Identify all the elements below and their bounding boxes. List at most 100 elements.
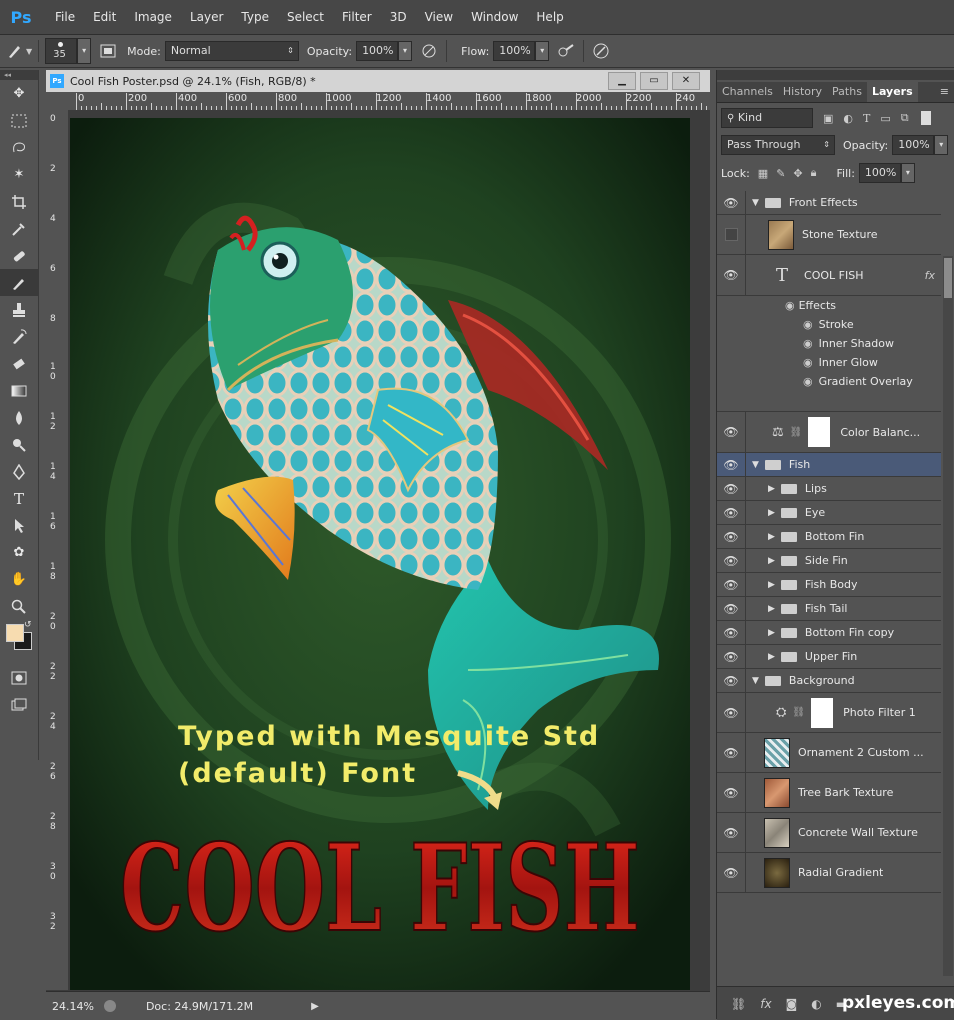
status-info-icon[interactable] [103,1000,116,1012]
ruler-origin[interactable] [46,92,68,110]
layer-cool-fish-text[interactable]: 👁︎ T COOL FISH fx [717,255,941,296]
menu-help[interactable]: Help [527,10,572,24]
pressure-opacity-icon[interactable] [418,40,440,62]
marquee-tool-icon[interactable] [0,107,38,134]
lock-position-icon[interactable]: ✥ [793,167,802,180]
eye-icon[interactable]: 👁︎ [717,191,746,214]
blur-tool-icon[interactable] [0,404,38,431]
foreground-color-swatch[interactable] [6,624,24,642]
magic-wand-tool-icon[interactable]: ✶ [0,161,38,188]
eye-icon[interactable]: 👁︎ [717,621,746,644]
move-tool-icon[interactable]: ✥ [0,80,38,107]
lock-pixels-icon[interactable]: ✎ [776,167,785,180]
eye-icon[interactable]: 👁︎ [717,597,746,620]
pressure-size-icon[interactable] [590,40,612,62]
eye-icon[interactable]: 👁︎ [717,453,746,476]
disclosure-open-icon[interactable]: ▼ [752,198,759,208]
filter-pixel-icon[interactable]: ▣ [823,112,833,125]
filter-adjustment-icon[interactable]: ◐ [843,112,853,125]
layer-mask-thumbnail[interactable] [811,697,834,728]
layer-group-background[interactable]: 👁︎ ▼ Background [717,669,941,693]
layers-scrollbar[interactable] [943,256,953,976]
effect-inner-shadow[interactable]: ◉ Inner Shadow [803,334,894,353]
scrollbar-thumb[interactable] [944,258,952,298]
new-adjustment-layer-icon[interactable]: ◐ [811,997,821,1011]
poster-canvas[interactable]: Typed with Mesquite Std (default) Font C… [68,110,710,990]
layer-color-balance[interactable]: 👁︎ ⚖ ⛓︎ Color Balanc... [717,412,941,453]
menu-file[interactable]: File [46,10,84,24]
opacity-input[interactable]: 100% [356,41,399,61]
disclosure-closed-icon[interactable]: ▶ [768,556,775,566]
add-mask-icon[interactable]: ◙ [786,997,798,1011]
eye-icon[interactable]: ◉ [803,356,813,369]
lock-transparency-icon[interactable]: ▦ [758,167,768,180]
brush-panel-icon[interactable] [97,40,119,62]
eye-icon[interactable]: 👁︎ [717,255,746,295]
layer-group-upper-fin[interactable]: 👁︎ ▶ Upper Fin [717,645,941,669]
custom-shape-tool-icon[interactable]: ✿ [0,539,38,566]
effect-inner-glow[interactable]: ◉ Inner Glow [803,353,878,372]
layer-ornament-2[interactable]: 👁︎ Ornament 2 Custom ... [717,733,941,773]
blend-mode-select[interactable]: Pass Through ⇕ [721,135,835,155]
effects-heading[interactable]: ◉ Effects [785,296,836,315]
layer-group-front-effects[interactable]: 👁︎ ▼ Front Effects [717,191,941,215]
effect-stroke[interactable]: ◉ Stroke [803,315,854,334]
layer-group-bottom-fin[interactable]: 👁︎ ▶ Bottom Fin [717,525,941,549]
filter-smart-object-icon[interactable]: ⧉ [901,111,909,125]
layer-group-fish[interactable]: 👁︎ ▼ Fish [717,453,941,477]
eye-icon[interactable]: 👁︎ [717,501,746,524]
disclosure-closed-icon[interactable]: ▶ [768,604,775,614]
maximize-button[interactable]: ▭ [640,72,668,90]
layer-stone-texture[interactable]: Stone Texture [717,215,941,255]
eye-icon[interactable]: 👁︎ [717,693,746,732]
opacity-dropdown[interactable]: ▾ [398,41,413,61]
horizontal-ruler[interactable]: 0 200 400 600 800 1000 1200 1400 1600 18… [68,92,710,111]
eye-icon[interactable]: 👁︎ [717,525,746,548]
tools-panel-header[interactable]: ◂◂ [0,70,38,80]
filter-toggle[interactable] [920,111,931,125]
quick-mask-icon[interactable] [0,664,38,691]
lasso-tool-icon[interactable] [0,134,38,161]
menu-layer[interactable]: Layer [181,10,232,24]
layer-photo-filter[interactable]: 👁︎ ⛭ ⛓︎ Photo Filter 1 [717,693,941,733]
fill-input[interactable]: 100% [858,163,901,183]
eyedropper-tool-icon[interactable] [0,215,38,242]
filter-kind-select[interactable]: ⚲ Kind [721,108,813,128]
tab-layers[interactable]: Layers [866,82,918,102]
eye-icon[interactable]: 👁︎ [717,412,746,452]
layer-radial-gradient[interactable]: 👁︎ Radial Gradient [717,853,941,893]
zoom-level[interactable]: 24.14% [52,1000,94,1013]
disclosure-open-icon[interactable]: ▼ [752,676,759,686]
disclosure-closed-icon[interactable]: ▶ [768,580,775,590]
layer-group-lips[interactable]: 👁︎ ▶ Lips [717,477,941,501]
path-selection-tool-icon[interactable] [0,512,38,539]
panel-header[interactable] [717,70,954,80]
canvas-area[interactable]: Typed with Mesquite Std (default) Font C… [68,110,710,990]
zoom-tool-icon[interactable] [0,593,38,620]
eye-icon[interactable]: ◉ [803,337,813,350]
eye-icon[interactable]: ◉ [803,375,813,388]
menu-edit[interactable]: Edit [84,10,125,24]
link-icon[interactable]: ⛓︎ [790,427,803,438]
disclosure-closed-icon[interactable]: ▶ [768,508,775,518]
layer-opacity-input[interactable]: 100% [892,135,935,155]
menu-3d[interactable]: 3D [381,10,416,24]
effect-gradient-overlay[interactable]: ◉ Gradient Overlay [803,372,913,391]
history-brush-tool-icon[interactable] [0,323,38,350]
disclosure-closed-icon[interactable]: ▶ [768,532,775,542]
crop-tool-icon[interactable] [0,188,38,215]
disclosure-closed-icon[interactable]: ▶ [768,484,775,494]
eraser-tool-icon[interactable] [0,350,38,377]
type-tool-icon[interactable]: T [0,485,38,512]
healing-brush-tool-icon[interactable] [0,242,38,269]
flow-input[interactable]: 100% [493,41,536,61]
brush-size-picker[interactable]: 35 [45,38,78,64]
menu-select[interactable]: Select [278,10,333,24]
pen-tool-icon[interactable] [0,458,38,485]
visibility-off-box[interactable] [717,215,746,254]
clone-stamp-tool-icon[interactable] [0,296,38,323]
eye-icon[interactable]: 👁︎ [717,813,746,852]
layer-opacity-dropdown[interactable]: ▾ [934,135,949,155]
tab-paths[interactable]: Paths [827,82,867,102]
layer-group-eye[interactable]: 👁︎ ▶ Eye [717,501,941,525]
